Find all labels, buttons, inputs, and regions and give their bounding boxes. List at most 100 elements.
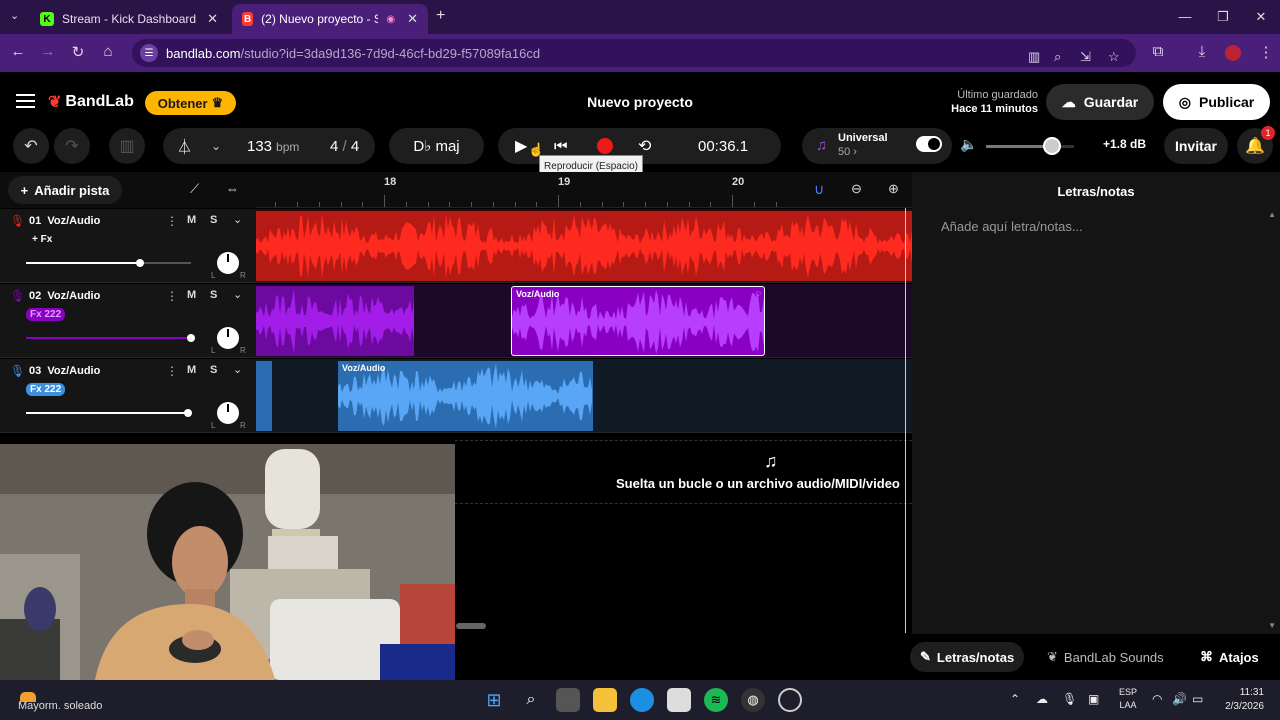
lyrics-notes-tab[interactable]: ✎ Letras/notas: [910, 642, 1025, 672]
spotify-icon[interactable]: ≋: [704, 688, 728, 712]
save-button[interactable]: ☁ Guardar: [1046, 84, 1154, 120]
record-button[interactable]: [597, 138, 613, 154]
zoom-out-icon[interactable]: ⊖: [851, 181, 862, 197]
solo-button[interactable]: S: [210, 289, 217, 301]
start-icon[interactable]: ⊞: [482, 688, 506, 712]
forward-icon[interactable]: →: [38, 43, 58, 60]
pan-knob[interactable]: [217, 327, 239, 349]
address-bar[interactable]: ☰ bandlab.com/studio?id=3da9d136-7d9d-46…: [132, 39, 1136, 67]
track-options-icon[interactable]: ⋮: [166, 364, 178, 378]
speaker-icon[interactable]: 🔊: [1172, 692, 1187, 706]
extensions-icon[interactable]: ⧉: [1148, 43, 1168, 60]
track-volume-slider[interactable]: [26, 259, 191, 267]
undo-button[interactable]: ↶: [13, 128, 49, 164]
bookmark-star-icon[interactable]: ☆: [1108, 49, 1120, 65]
solo-button[interactable]: S: [210, 364, 217, 376]
task-view-icon[interactable]: [556, 688, 580, 712]
track-volume-slider[interactable]: [26, 334, 195, 342]
volume-thumb[interactable]: [135, 259, 144, 267]
maximize-icon[interactable]: ❐: [1204, 0, 1242, 34]
notifications-button[interactable]: 🔔 1: [1237, 126, 1275, 164]
bandlab-sounds-tab[interactable]: ❦ BandLab Sounds: [1037, 642, 1174, 672]
fx-badge[interactable]: Fx 222: [26, 383, 66, 396]
tab-search-icon[interactable]: ⌄: [10, 9, 19, 22]
tab-kick-dashboard[interactable]: K Stream - Kick Dashboard ✕: [30, 4, 228, 34]
home-icon[interactable]: ⌂: [98, 43, 118, 60]
volume-icon[interactable]: 🔈: [960, 136, 977, 153]
fx-badge[interactable]: Fx 222: [26, 308, 66, 321]
close-tab-icon[interactable]: ✕: [207, 11, 218, 27]
master-volume-slider[interactable]: [986, 137, 1074, 155]
track-header-01[interactable]: 🎙 01 Voz/Audio + Fx ⋮ M S ⌄ L R: [0, 209, 256, 283]
volume-thumb[interactable]: [1043, 137, 1061, 155]
play-button[interactable]: ▶: [515, 136, 527, 156]
battery-icon[interactable]: ▭: [1192, 692, 1203, 706]
tab-bandlab-studio[interactable]: B (2) Nuevo proyecto - Studio ◉ ✕: [232, 4, 428, 34]
publish-button[interactable]: ◎ Publicar: [1163, 84, 1270, 120]
loop-clip-icon[interactable]: ◌: [756, 288, 761, 298]
track-options-icon[interactable]: ⋮: [166, 289, 178, 303]
expand-track-icon[interactable]: ⌄: [233, 213, 242, 226]
zoom-in-icon[interactable]: ⊕: [888, 181, 899, 197]
track-options-icon[interactable]: ⋮: [166, 214, 178, 228]
add-track-button[interactable]: + Añadir pista: [8, 176, 122, 204]
tray-overflow-icon[interactable]: ⌃: [1010, 692, 1020, 706]
drop-zone[interactable]: [455, 440, 912, 504]
automation-icon[interactable]: ⟋: [190, 181, 199, 197]
time-signature[interactable]: 4 / 4: [330, 138, 359, 155]
loop-button[interactable]: ⟲: [638, 136, 651, 156]
horizontal-scrollbar[interactable]: [456, 623, 486, 629]
solo-button[interactable]: S: [210, 214, 217, 226]
new-tab-icon[interactable]: +: [436, 7, 445, 25]
mastering-toggle[interactable]: [916, 136, 942, 152]
notes-textarea[interactable]: Añade aquí letra/notas...: [941, 219, 1083, 234]
metronome-options-icon[interactable]: ⌄: [211, 139, 221, 153]
wifi-icon[interactable]: ◠: [1152, 692, 1162, 706]
master-preset[interactable]: ♫ Universal 50 ›: [802, 128, 952, 164]
audio-clip[interactable]: [256, 286, 414, 356]
scroll-up-icon[interactable]: ▲: [1268, 210, 1276, 219]
audio-clip[interactable]: [256, 361, 272, 431]
close-tab-icon[interactable]: ✕: [407, 11, 418, 27]
expand-track-icon[interactable]: ⌄: [233, 363, 242, 376]
reading-mode-icon[interactable]: ▥: [1028, 49, 1040, 65]
audio-clip-selected[interactable]: Voz/Audio ◌: [511, 286, 765, 356]
profile-avatar[interactable]: [1225, 45, 1241, 61]
audio-clip[interactable]: Voz/Audio: [338, 361, 593, 431]
mute-button[interactable]: M: [187, 289, 196, 301]
downloads-icon[interactable]: ⤓: [1192, 43, 1212, 60]
search-icon[interactable]: ⌕: [519, 688, 543, 712]
playhead[interactable]: [905, 208, 906, 633]
close-window-icon[interactable]: ✕: [1242, 0, 1280, 34]
scroll-down-icon[interactable]: ▼: [1268, 621, 1276, 630]
track-header-02[interactable]: 🎙 02 Voz/Audio Fx 222 ⋮ M S ⌄ L R: [0, 284, 256, 358]
weather-text[interactable]: Mayorm. soleado: [18, 700, 102, 712]
shortcuts-button[interactable]: ⌘ Atajos: [1190, 642, 1269, 672]
site-info-icon[interactable]: ☰: [140, 44, 158, 62]
file-explorer-icon[interactable]: [593, 688, 617, 712]
pan-knob[interactable]: [217, 402, 239, 424]
mute-button[interactable]: M: [187, 214, 196, 226]
redo-button[interactable]: ↷: [54, 128, 90, 164]
expand-track-icon[interactable]: ⌄: [233, 288, 242, 301]
tempo-field[interactable]: 133 bpm: [247, 138, 299, 155]
timeline-ruler[interactable]: 18 19 20 ∪ ⊖ ⊕: [256, 172, 912, 208]
volume-thumb[interactable]: [183, 409, 192, 417]
get-membership-button[interactable]: Obtener ♛: [145, 91, 236, 115]
track-lane-02[interactable]: Voz/Audio ◌: [256, 284, 912, 358]
mic-tray-icon[interactable]: 🎙: [1062, 692, 1077, 706]
minimize-icon[interactable]: —: [1166, 0, 1204, 34]
obs-icon[interactable]: [778, 688, 802, 712]
install-app-icon[interactable]: ⇲: [1080, 49, 1091, 65]
project-title[interactable]: Nuevo proyecto: [540, 94, 740, 110]
edge-icon[interactable]: [630, 688, 654, 712]
invite-button[interactable]: Invitar: [1164, 128, 1228, 164]
system-clock[interactable]: 11:31 2/3/2026: [1212, 686, 1264, 714]
fit-tracks-icon[interactable]: ⇔: [226, 181, 239, 196]
key-selector[interactable]: D♭ maj: [389, 128, 484, 164]
pan-knob[interactable]: [217, 252, 239, 274]
track-volume-slider[interactable]: [26, 409, 192, 417]
input-language[interactable]: ESP LAA: [1114, 686, 1142, 712]
chrome-menu-icon[interactable]: ⋮: [1256, 43, 1276, 61]
mute-button[interactable]: M: [187, 364, 196, 376]
